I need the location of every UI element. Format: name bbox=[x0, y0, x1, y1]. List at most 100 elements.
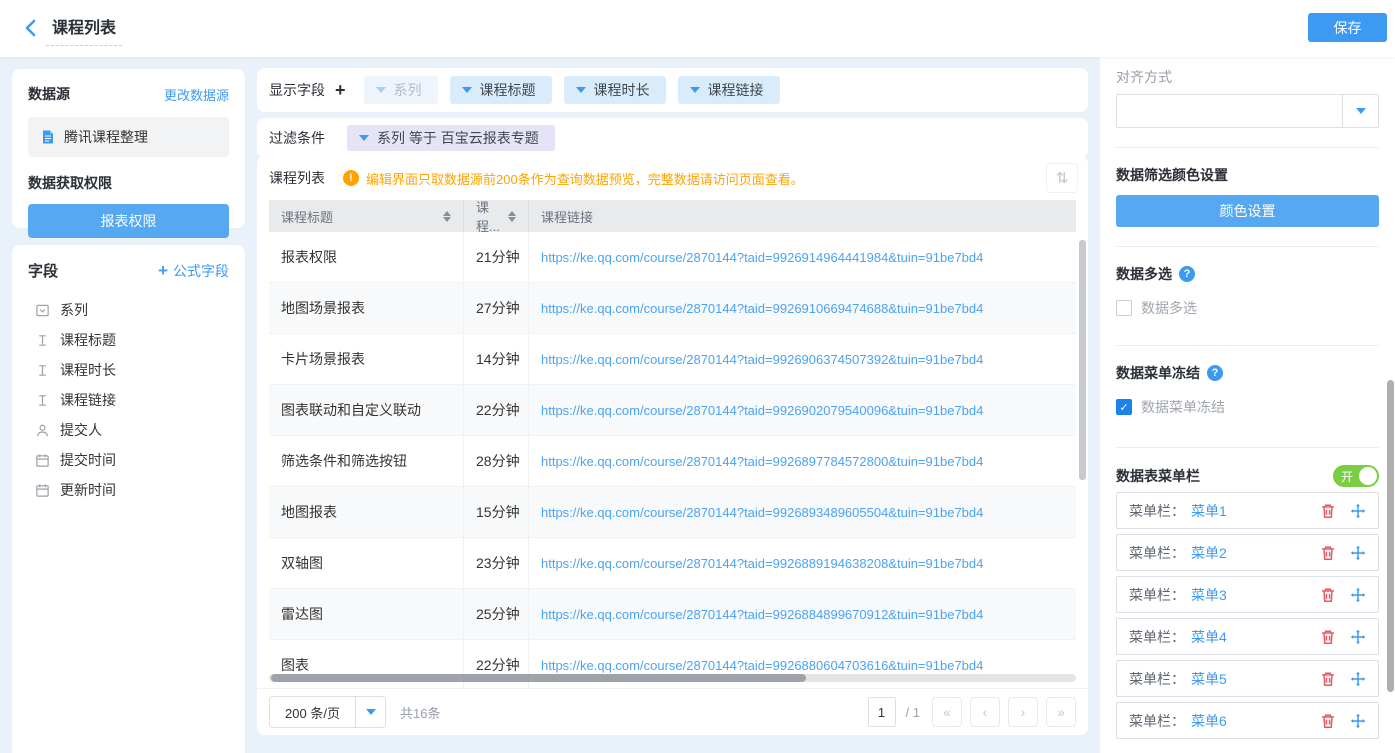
move-icon[interactable] bbox=[1350, 545, 1366, 561]
chevron-down-icon bbox=[1342, 95, 1378, 127]
table-row: 报表权限21分钟 https://ke.qq.com/course/2870144… bbox=[269, 232, 1076, 283]
move-icon[interactable] bbox=[1350, 629, 1366, 645]
next-page-button[interactable]: › bbox=[1008, 697, 1038, 727]
display-tag-series[interactable]: 系列 bbox=[364, 76, 438, 104]
move-icon[interactable] bbox=[1350, 503, 1366, 519]
page-vertical-scrollbar[interactable] bbox=[1387, 380, 1394, 692]
course-link[interactable]: https://ke.qq.com/course/2870144?taid=99… bbox=[541, 607, 983, 622]
fields-title: 字段 bbox=[28, 260, 58, 281]
cell-title: 图表联动和自定义联动 bbox=[269, 385, 464, 435]
move-icon[interactable] bbox=[1350, 587, 1366, 603]
prev-page-button[interactable]: ‹ bbox=[970, 697, 1000, 727]
menu-item-2[interactable]: 菜单栏：菜单2 bbox=[1116, 534, 1379, 571]
menu-item-5[interactable]: 菜单栏：菜单5 bbox=[1116, 660, 1379, 697]
multiselect-checkbox-row[interactable]: 数据多选 bbox=[1116, 298, 1379, 318]
save-button[interactable]: 保存 bbox=[1308, 13, 1387, 42]
display-tag-course-duration[interactable]: 课程时长 bbox=[564, 76, 666, 104]
align-select[interactable] bbox=[1116, 94, 1379, 128]
cell-duration: 25分钟 bbox=[464, 589, 529, 639]
back-icon[interactable] bbox=[20, 16, 44, 40]
field-item-submit-time[interactable]: 提交时间 bbox=[28, 445, 229, 475]
horizontal-scrollbar[interactable] bbox=[269, 674, 1076, 682]
preview-warning: ! 编辑界面只取数据源前200条作为查询数据预览，完整数据请访问页面查看。 bbox=[343, 169, 804, 188]
datasource-item[interactable]: 腾讯课程整理 bbox=[28, 117, 229, 157]
cell-duration: 21分钟 bbox=[464, 232, 529, 282]
field-item-update-time[interactable]: 更新时间 bbox=[28, 475, 229, 505]
column-header-course-title[interactable]: 课程标题 bbox=[269, 200, 464, 232]
course-link[interactable]: https://ke.qq.com/course/2870144?taid=99… bbox=[541, 658, 983, 673]
sort-carets-icon[interactable] bbox=[443, 211, 451, 222]
course-link[interactable]: https://ke.qq.com/course/2870144?taid=99… bbox=[541, 505, 983, 520]
chevron-down-icon bbox=[576, 87, 586, 93]
display-tag-course-title[interactable]: 课程标题 bbox=[450, 76, 552, 104]
course-link[interactable]: https://ke.qq.com/course/2870144?taid=99… bbox=[541, 250, 983, 265]
first-page-button[interactable]: « bbox=[932, 697, 962, 727]
course-link[interactable]: https://ke.qq.com/course/2870144?taid=99… bbox=[541, 556, 983, 571]
permission-title: 数据获取权限 bbox=[28, 173, 229, 193]
sort-carets-icon[interactable] bbox=[508, 211, 516, 222]
course-link[interactable]: https://ke.qq.com/course/2870144?taid=99… bbox=[541, 403, 983, 418]
course-link[interactable]: https://ke.qq.com/course/2870144?taid=99… bbox=[541, 301, 983, 316]
freeze-checkbox-row[interactable]: ✓ 数据菜单冻结 bbox=[1116, 397, 1379, 417]
settings-panel: 对齐方式 数据筛选颜色设置 颜色设置 数据多选 ? 数据多选 数据菜单冻结 ? … bbox=[1100, 57, 1395, 753]
text-icon bbox=[35, 393, 50, 408]
checkbox-checked[interactable]: ✓ bbox=[1116, 399, 1132, 415]
formula-field-link[interactable]: + 公式字段 bbox=[158, 261, 229, 281]
trash-icon[interactable] bbox=[1320, 503, 1336, 519]
field-item-submitter[interactable]: 提交人 bbox=[28, 415, 229, 445]
help-icon[interactable]: ? bbox=[1179, 266, 1195, 282]
page-number-input[interactable] bbox=[868, 697, 896, 727]
change-datasource-link[interactable]: 更改数据源 bbox=[164, 85, 229, 104]
menu-item-1[interactable]: 菜单栏：菜单1 bbox=[1116, 492, 1379, 529]
align-label: 对齐方式 bbox=[1116, 67, 1379, 87]
filter-card: 过滤条件 系列 等于 百宝云报表专题 bbox=[257, 118, 1088, 158]
trash-icon[interactable] bbox=[1320, 629, 1336, 645]
report-permission-button[interactable]: 报表权限 bbox=[28, 204, 229, 238]
course-link[interactable]: https://ke.qq.com/course/2870144?taid=99… bbox=[541, 352, 983, 367]
horizontal-scrollbar-thumb[interactable] bbox=[271, 674, 806, 682]
display-tag-course-link[interactable]: 课程链接 bbox=[678, 76, 780, 104]
table-footer: 200 条/页 共16条 / 1 « ‹ › » bbox=[257, 688, 1088, 735]
checkbox-unchecked[interactable] bbox=[1116, 300, 1132, 316]
sort-toggle-icon[interactable]: ⇅ bbox=[1046, 163, 1078, 193]
course-link[interactable]: https://ke.qq.com/course/2870144?taid=99… bbox=[541, 454, 983, 469]
text-icon bbox=[35, 333, 50, 348]
color-setting-button[interactable]: 颜色设置 bbox=[1116, 195, 1379, 227]
move-icon[interactable] bbox=[1350, 671, 1366, 687]
help-icon[interactable]: ? bbox=[1207, 365, 1223, 381]
datasource-card: 数据源 更改数据源 腾讯课程整理 数据获取权限 报表权限 bbox=[12, 69, 245, 228]
menu-item-4[interactable]: 菜单栏：菜单4 bbox=[1116, 618, 1379, 655]
cell-title: 报表权限 bbox=[269, 232, 464, 282]
menu-item-3[interactable]: 菜单栏：菜单3 bbox=[1116, 576, 1379, 613]
cell-duration: 22分钟 bbox=[464, 385, 529, 435]
last-page-button[interactable]: » bbox=[1046, 697, 1076, 727]
field-item-course-title[interactable]: 课程标题 bbox=[28, 325, 229, 355]
text-icon bbox=[35, 363, 50, 378]
datasource-title: 数据源 bbox=[28, 84, 70, 104]
column-header-course-duration[interactable]: 课程... bbox=[464, 200, 529, 232]
filter-tag[interactable]: 系列 等于 百宝云报表专题 bbox=[347, 125, 555, 151]
table-row: 地图报表15分钟https://ke.qq.com/course/2870144… bbox=[269, 487, 1076, 538]
cell-title: 筛选条件和筛选按钮 bbox=[269, 436, 464, 486]
warning-icon: ! bbox=[343, 170, 359, 186]
trash-icon[interactable] bbox=[1320, 587, 1336, 603]
field-item-course-duration[interactable]: 课程时长 bbox=[28, 355, 229, 385]
menubar-toggle[interactable]: 开 bbox=[1333, 465, 1379, 487]
cell-title: 地图报表 bbox=[269, 487, 464, 537]
menu-item-6[interactable]: 菜单栏：菜单6 bbox=[1116, 702, 1379, 739]
color-setting-title: 数据筛选颜色设置 bbox=[1116, 165, 1379, 185]
table-vertical-scrollbar[interactable] bbox=[1079, 240, 1086, 480]
add-display-field-icon[interactable]: + bbox=[335, 81, 346, 99]
trash-icon[interactable] bbox=[1320, 671, 1336, 687]
chevron-down-icon bbox=[690, 87, 700, 93]
move-icon[interactable] bbox=[1350, 713, 1366, 729]
field-item-course-link[interactable]: 课程链接 bbox=[28, 385, 229, 415]
user-icon bbox=[35, 423, 50, 438]
chevron-down-icon bbox=[462, 87, 472, 93]
page-title: 课程列表 bbox=[46, 14, 122, 46]
page-size-select[interactable]: 200 条/页 bbox=[269, 696, 386, 728]
field-item-series[interactable]: 系列 bbox=[28, 295, 229, 325]
trash-icon[interactable] bbox=[1320, 713, 1336, 729]
field-list: 系列 课程标题 课程时长 课程链接 提交人 提交时间 更新时间 bbox=[28, 295, 229, 505]
trash-icon[interactable] bbox=[1320, 545, 1336, 561]
